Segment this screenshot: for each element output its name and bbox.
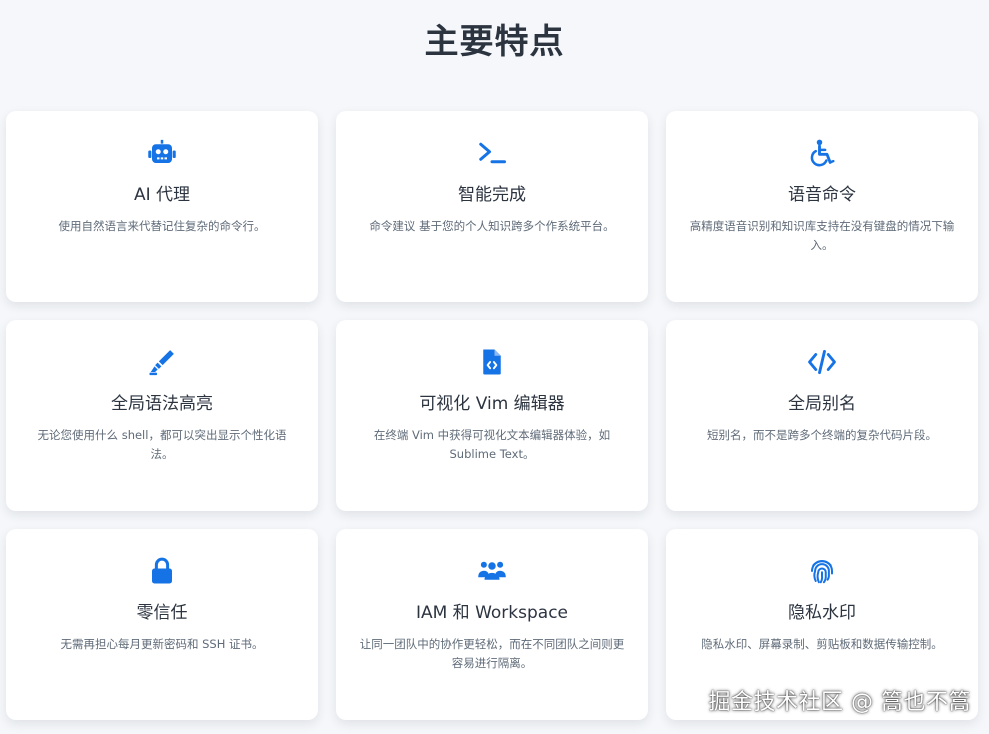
feature-title: 智能完成 bbox=[458, 185, 526, 205]
feature-card-ai-agent: AI 代理 使用自然语言来代替记住复杂的命令行。 bbox=[6, 111, 318, 302]
feature-title: 隐私水印 bbox=[788, 603, 856, 623]
feature-description: 高精度语音识别和知识库支持在没有键盘的情况下输入。 bbox=[689, 219, 955, 252]
features-page: 主要特点 AI 代理 使用自然语言来代替记住复杂的命令行。 智能完成 命令建议 … bbox=[0, 0, 989, 734]
feature-description: 无论您使用什么 shell，都可以突出显示个性化语法。 bbox=[37, 428, 287, 461]
highlighter-icon bbox=[147, 347, 177, 377]
lock-icon bbox=[147, 556, 177, 586]
feature-title: 零信任 bbox=[136, 603, 188, 623]
feature-title: AI 代理 bbox=[133, 185, 191, 205]
feature-title: 全局别名 bbox=[788, 394, 856, 414]
robot-icon bbox=[147, 138, 177, 168]
feature-card-smart-completion: 智能完成 命令建议 基于您的个人知识跨多个作系统平台。 bbox=[336, 111, 648, 302]
feature-description: 使用自然语言来代替记住复杂的命令行。 bbox=[58, 219, 266, 233]
feature-card-iam-workspace: IAM 和 Workspace 让同一团队中的协作更轻松，而在不同团队之间则更容… bbox=[336, 529, 648, 720]
feature-card-syntax-highlight: 全局语法高亮 无论您使用什么 shell，都可以突出显示个性化语法。 bbox=[6, 320, 318, 511]
feature-card-voice-command: 语音命令 高精度语音识别和知识库支持在没有键盘的情况下输入。 bbox=[666, 111, 978, 302]
feature-title: 全局语法高亮 bbox=[111, 394, 213, 414]
wheelchair-icon bbox=[807, 138, 837, 168]
feature-title: 语音命令 bbox=[788, 185, 856, 205]
feature-description: 命令建议 基于您的个人知识跨多个作系统平台。 bbox=[369, 219, 615, 233]
site-watermark: 掘金技术社区 @ 篙也不篙 bbox=[708, 690, 971, 715]
feature-card-visual-vim: 可视化 Vim 编辑器 在终端 Vim 中获得可视化文本编辑器体验，如 Subl… bbox=[336, 320, 648, 511]
feature-card-zero-trust: 零信任 无需再担心每月更新密码和 SSH 证书。 bbox=[6, 529, 318, 720]
fingerprint-icon bbox=[807, 556, 837, 586]
feature-description: 在终端 Vim 中获得可视化文本编辑器体验，如 Sublime Text。 bbox=[373, 428, 611, 461]
feature-description: 无需再担心每月更新密码和 SSH 证书。 bbox=[60, 637, 264, 651]
feature-card-global-alias: 全局别名 短别名，而不是跨多个终端的复杂代码片段。 bbox=[666, 320, 978, 511]
feature-title: 可视化 Vim 编辑器 bbox=[419, 394, 565, 414]
feature-grid: AI 代理 使用自然语言来代替记住复杂的命令行。 智能完成 命令建议 基于您的个… bbox=[6, 111, 978, 720]
users-icon bbox=[477, 556, 507, 586]
code-icon bbox=[807, 347, 837, 377]
feature-title: IAM 和 Workspace bbox=[415, 603, 569, 623]
page-title: 主要特点 bbox=[424, 22, 565, 62]
terminal-icon bbox=[477, 138, 507, 168]
feature-description: 隐私水印、屏幕录制、剪贴板和数据传输控制。 bbox=[701, 637, 943, 651]
file-code-icon bbox=[477, 347, 507, 377]
feature-description: 短别名，而不是跨多个终端的复杂代码片段。 bbox=[707, 428, 937, 442]
feature-description: 让同一团队中的协作更轻松，而在不同团队之间则更容易进行隔离。 bbox=[359, 637, 625, 670]
